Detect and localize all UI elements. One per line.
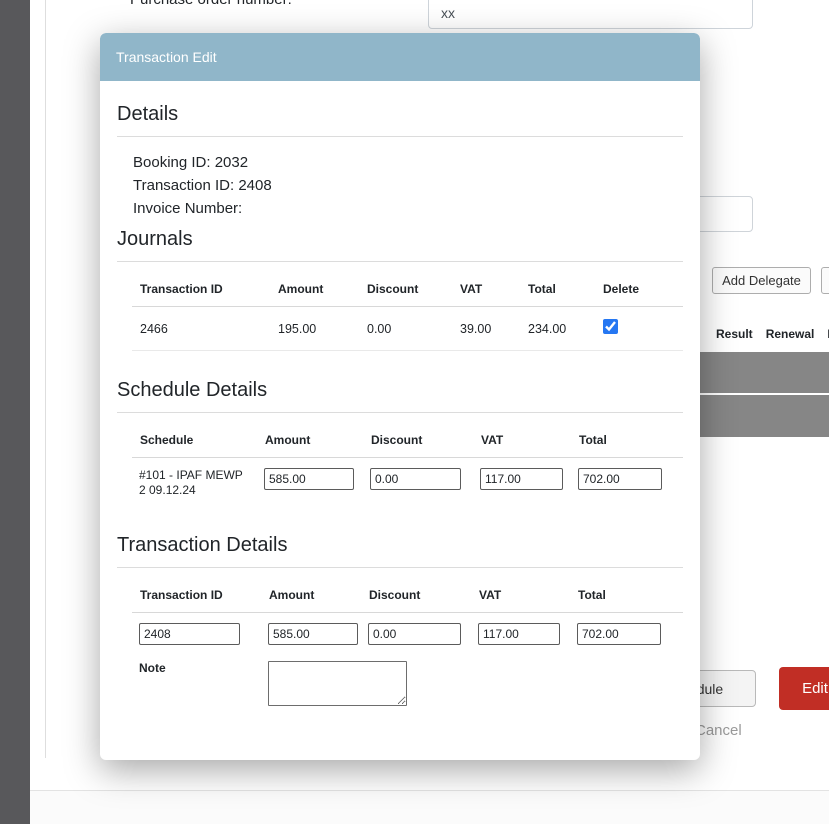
journal-row: 2466 195.00 0.00 39.00 234.00: [132, 307, 683, 351]
schedule-row: #101 - IPAF MEWP 2 09.12.24: [132, 458, 683, 505]
booking-id-text: Booking ID: 2032: [133, 151, 683, 174]
schedule-details-heading: Schedule Details: [117, 379, 683, 413]
results-header-result: Result: [716, 327, 753, 341]
journal-discount: 0.00: [359, 307, 452, 351]
journal-total: 234.00: [520, 307, 595, 351]
details-heading: Details: [117, 103, 683, 137]
transaction-header-total: Total: [570, 588, 683, 613]
modal-title: Transaction Edit: [116, 49, 217, 65]
journals-table: Transaction ID Amount Discount VAT Total…: [132, 282, 683, 351]
transaction-header-amount: Amount: [261, 588, 361, 613]
bottom-strip: [30, 791, 829, 824]
edit-button[interactable]: Edit: [779, 667, 829, 710]
journals-header-delete: Delete: [595, 282, 683, 307]
details-lines: Booking ID: 2032 Transaction ID: 2408 In…: [133, 151, 683, 220]
background-table-row: [690, 352, 829, 393]
delete-checkbox[interactable]: [603, 319, 618, 334]
purchase-order-input[interactable]: [428, 0, 753, 29]
transaction-edit-modal: Transaction Edit Details Booking ID: 203…: [100, 33, 700, 760]
schedule-header-row: Schedule Amount Discount VAT Total: [132, 433, 683, 458]
transaction-header-transaction-id: Transaction ID: [132, 588, 261, 613]
transaction-row: [132, 613, 683, 652]
journal-vat: 39.00: [452, 307, 520, 351]
note-label: Note: [132, 651, 261, 716]
journals-header-vat: VAT: [452, 282, 520, 307]
schedule-header-discount: Discount: [363, 433, 473, 458]
results-table-header-row: Result Renewal P: [716, 327, 829, 341]
journals-header-amount: Amount: [270, 282, 359, 307]
schedule-details-table: Schedule Amount Discount VAT Total #101 …: [132, 433, 683, 504]
content-card-border: [45, 0, 46, 758]
transaction-total-input[interactable]: [577, 623, 661, 645]
modal-header: Transaction Edit: [100, 33, 700, 81]
schedule-vat-input[interactable]: [480, 468, 563, 490]
cancel-button[interactable]: Cancel: [695, 722, 742, 739]
schedule-discount-input[interactable]: [370, 468, 461, 490]
note-row: Note: [132, 651, 683, 716]
transaction-discount-input[interactable]: [368, 623, 461, 645]
journals-header-discount: Discount: [359, 282, 452, 307]
modal-body: Details Booking ID: 2032 Transaction ID:…: [100, 81, 700, 760]
schedule-name: #101 - IPAF MEWP 2 09.12.24: [132, 458, 257, 505]
schedule-amount-input[interactable]: [264, 468, 354, 490]
transaction-header-row: Transaction ID Amount Discount VAT Total: [132, 588, 683, 613]
schedule-header-vat: VAT: [473, 433, 571, 458]
schedule-header-amount: Amount: [257, 433, 363, 458]
transaction-header-discount: Discount: [361, 588, 471, 613]
transaction-id-text: Transaction ID: 2408: [133, 174, 683, 197]
journals-header-transaction-id: Transaction ID: [132, 282, 270, 307]
transaction-amount-input[interactable]: [268, 623, 358, 645]
schedule-header-schedule: Schedule: [132, 433, 257, 458]
left-sidebar: [0, 0, 30, 824]
note-textarea[interactable]: [268, 661, 407, 706]
background-table-row: [690, 395, 829, 437]
transaction-id-input[interactable]: [139, 623, 240, 645]
results-header-renewal: Renewal: [766, 327, 815, 341]
journal-transaction-id: 2466: [132, 307, 270, 351]
schedule-header-total: Total: [571, 433, 683, 458]
transaction-header-vat: VAT: [471, 588, 570, 613]
journals-header-total: Total: [520, 282, 595, 307]
journal-amount: 195.00: [270, 307, 359, 351]
add-delegate-button[interactable]: Add Delegate: [712, 267, 811, 294]
transaction-details-heading: Transaction Details: [117, 534, 683, 568]
journals-heading: Journals: [117, 228, 683, 262]
transaction-vat-input[interactable]: [478, 623, 560, 645]
invoice-number-text: Invoice Number:: [133, 197, 683, 220]
partial-button-cutoff[interactable]: [821, 267, 829, 294]
schedule-total-input[interactable]: [578, 468, 662, 490]
transaction-details-table: Transaction ID Amount Discount VAT Total…: [132, 588, 683, 716]
purchase-order-label: Purchase order number:: [130, 0, 292, 8]
journals-header-row: Transaction ID Amount Discount VAT Total…: [132, 282, 683, 307]
